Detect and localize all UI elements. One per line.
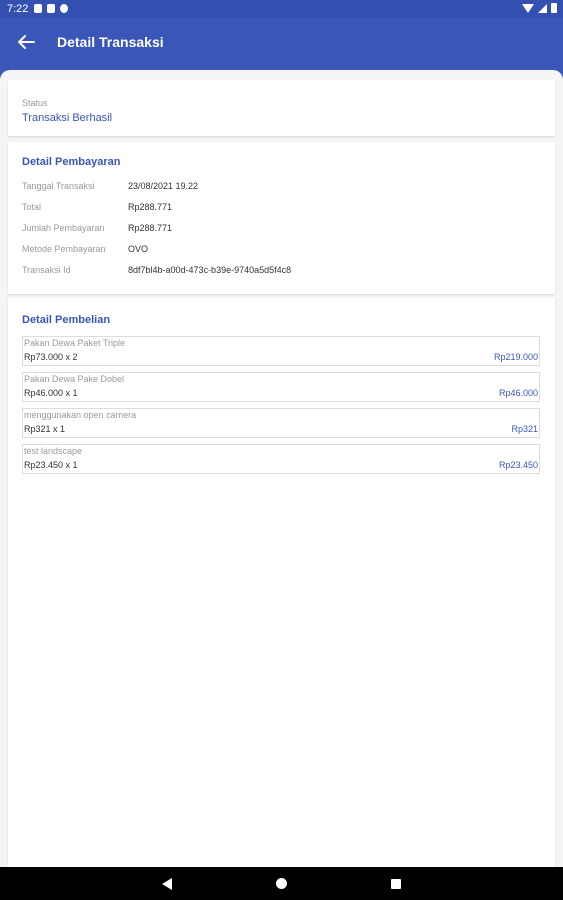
status-bar: 7:22 <box>0 0 563 18</box>
app-bar: Detail Transaksi <box>0 18 563 70</box>
item-subtotal: Rp321 <box>511 424 538 434</box>
nav-back-icon[interactable] <box>162 878 172 890</box>
nav-recents-icon[interactable] <box>391 879 401 889</box>
purchase-item: Pakan Dewa Paket Triple Rp73.000 x 2 Rp2… <box>22 336 540 366</box>
status-label: Status <box>22 98 48 108</box>
item-name: menggunakan open camera <box>24 410 137 420</box>
item-price-qty: Rp46.000 x 1 <box>24 388 78 398</box>
purchase-item: test landscape Rp23.450 x 1 Rp23.450 <box>22 444 540 474</box>
status-icons-left <box>34 4 68 13</box>
purchase-detail-card: Detail Pembelian Pakan Dewa Paket Triple… <box>8 298 555 867</box>
payment-row-label: Jumlah Pembayaran <box>22 223 105 233</box>
item-name: Pakan Dewa Pake Dobel <box>24 374 125 384</box>
payment-row-label: Tanggal Transaksi <box>22 181 95 191</box>
wifi-icon <box>522 3 534 13</box>
item-subtotal: Rp46.000 <box>498 388 538 398</box>
payment-row-value: OVO <box>128 244 149 254</box>
notification-icon <box>34 4 42 13</box>
item-price-qty: Rp73.000 x 2 <box>24 352 78 362</box>
item-price-qty: Rp321 x 1 <box>24 424 66 434</box>
item-subtotal: Rp23.450 <box>498 460 538 470</box>
payment-row-label: Transaksi Id <box>22 265 71 275</box>
content-area: Status Transaksi Berhasil Detail Pembaya… <box>0 70 563 867</box>
transaction-id-value: 8df7bl4b-a00d-473c-b39e-9740a5d5f4c8 <box>128 265 292 275</box>
item-name: test landscape <box>24 446 83 456</box>
system-nav-bar <box>0 867 563 900</box>
signal-icon <box>538 3 547 13</box>
status-card: Status Transaksi Berhasil <box>8 80 555 136</box>
payment-row-value: Rp288.771 <box>128 223 173 233</box>
payment-row-value: Rp288.771 <box>128 202 173 212</box>
payment-section-title: Detail Pembayaran <box>22 156 121 168</box>
nav-home-icon[interactable] <box>276 878 287 889</box>
payment-detail-card: Detail Pembayaran Tanggal Transaksi 23/0… <box>8 142 555 294</box>
purchase-section-title: Detail Pembelian <box>22 314 111 326</box>
payment-row-value: 23/08/2021 19.22 <box>128 181 199 191</box>
item-subtotal: Rp219.000 <box>493 352 538 362</box>
payment-row-label: Total <box>22 202 42 212</box>
status-value: Transaksi Berhasil <box>22 112 113 124</box>
item-name: Pakan Dewa Paket Triple <box>24 338 126 348</box>
purchase-item: Pakan Dewa Pake Dobel Rp46.000 x 1 Rp46.… <box>22 372 540 402</box>
page-title: Detail Transaksi <box>57 34 164 50</box>
sim-icon <box>47 4 55 13</box>
sync-icon <box>60 4 68 13</box>
battery-icon <box>551 3 557 13</box>
arrow-left-icon[interactable] <box>14 30 38 54</box>
status-time: 7:22 <box>7 3 29 15</box>
item-price-qty: Rp23.450 x 1 <box>24 460 78 470</box>
purchase-item: menggunakan open camera Rp321 x 1 Rp321 <box>22 408 540 438</box>
status-icons-right <box>522 3 557 13</box>
payment-row-label: Metode Pembayaran <box>22 244 106 254</box>
